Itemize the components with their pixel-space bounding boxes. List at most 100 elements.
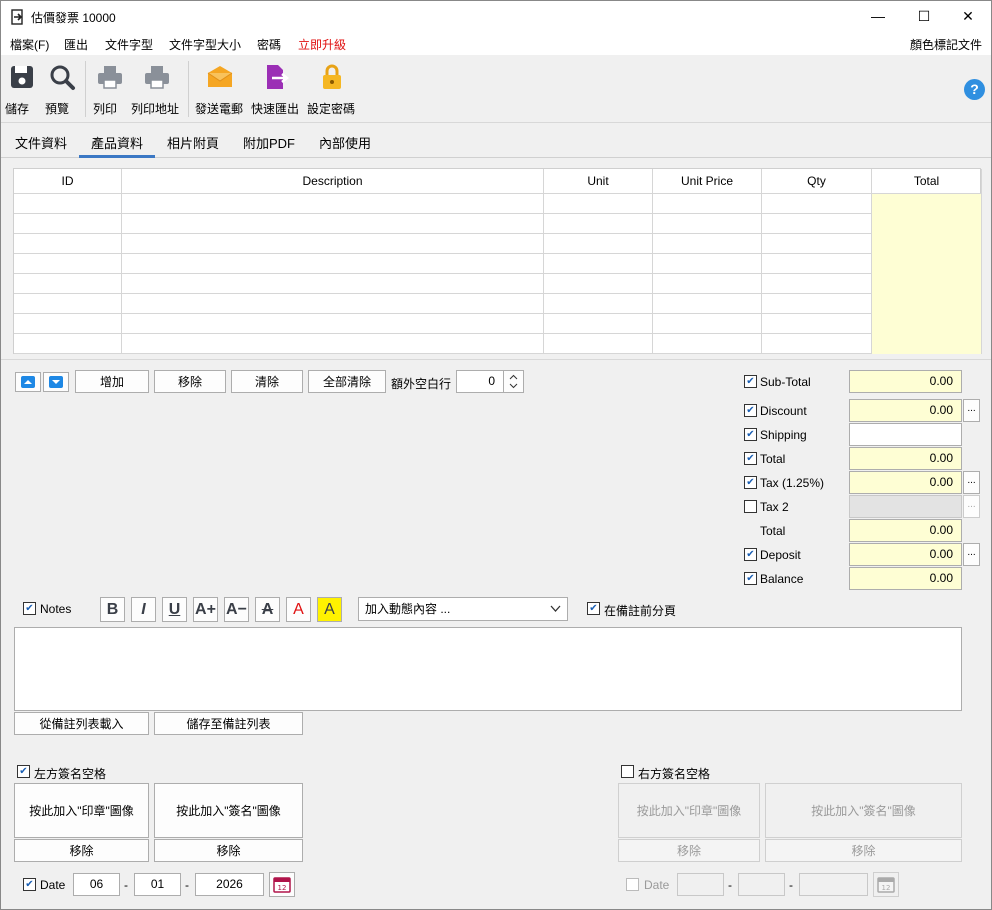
table-cell[interactable] (762, 294, 872, 314)
column-header-description[interactable]: Description (122, 169, 544, 194)
table-cell[interactable] (872, 294, 982, 314)
right-date-day[interactable] (677, 873, 724, 896)
table-cell[interactable] (122, 234, 544, 254)
table-cell[interactable] (544, 254, 653, 274)
highlight-button[interactable]: A (317, 597, 342, 622)
left-date-year[interactable]: 2026 (195, 873, 264, 896)
page-break-checkbox[interactable]: ✔ (587, 602, 600, 615)
menu-color-tag[interactable]: 顏色標記文件 (910, 36, 982, 53)
table-cell[interactable] (762, 274, 872, 294)
tax2-options-button[interactable]: ... (963, 495, 980, 518)
table-cell[interactable] (872, 214, 982, 234)
shipping-checkbox[interactable]: ✔ (744, 428, 757, 441)
table-cell[interactable] (14, 274, 122, 294)
table-cell[interactable] (14, 194, 122, 214)
help-icon[interactable]: ? (964, 79, 985, 100)
send-email-button[interactable]: 發送電郵 (195, 61, 245, 119)
table-cell[interactable] (653, 314, 762, 334)
table-cell[interactable] (653, 294, 762, 314)
menu-font[interactable]: 文件字型 (105, 36, 153, 53)
table-cell[interactable] (653, 194, 762, 214)
table-cell[interactable] (762, 254, 872, 274)
minimize-button[interactable]: — (855, 1, 901, 31)
tax-checkbox[interactable]: ✔ (744, 476, 757, 489)
table-cell[interactable] (653, 214, 762, 234)
save-button[interactable]: 儲存 (5, 61, 39, 119)
right-date-calendar-button[interactable]: 12 (873, 872, 899, 897)
table-cell[interactable] (762, 334, 872, 354)
tab-photo-attachment[interactable]: 相片附頁 (167, 133, 219, 152)
table-cell[interactable] (122, 214, 544, 234)
menu-font-size[interactable]: 文件字型大小 (169, 36, 241, 53)
table-cell[interactable] (122, 194, 544, 214)
column-header-unit-price[interactable]: Unit Price (653, 169, 762, 194)
bold-button[interactable]: B (100, 597, 125, 622)
right-signature-image-button[interactable]: 按此加入"簽名"圖像 (765, 783, 962, 838)
discount-value[interactable]: 0.00 (849, 399, 962, 422)
table-row[interactable] (14, 334, 982, 354)
table-cell[interactable] (762, 214, 872, 234)
deposit-checkbox[interactable]: ✔ (744, 548, 757, 561)
extra-rows-input[interactable]: 0 (456, 370, 504, 393)
subtotal-checkbox[interactable]: ✔ (744, 375, 757, 388)
table-cell[interactable] (14, 254, 122, 274)
quick-export-button[interactable]: 快速匯出 (251, 61, 301, 119)
close-button[interactable]: ✕ (945, 1, 991, 31)
right-date-month[interactable] (738, 873, 785, 896)
deposit-value[interactable]: 0.00 (849, 543, 962, 566)
total-checkbox[interactable]: ✔ (744, 452, 757, 465)
product-grid[interactable]: ID Description Unit Unit Price Qty Total (13, 168, 982, 354)
column-header-total[interactable]: Total (872, 169, 982, 194)
balance-checkbox[interactable]: ✔ (744, 572, 757, 585)
table-cell[interactable] (14, 314, 122, 334)
right-stamp-remove-button[interactable]: 移除 (618, 839, 760, 862)
move-up-button[interactable] (15, 372, 41, 392)
strikethrough-button[interactable]: A (255, 597, 280, 622)
column-header-unit[interactable]: Unit (544, 169, 653, 194)
maximize-button[interactable]: ☐ (901, 1, 947, 31)
right-date-checkbox[interactable] (626, 878, 639, 891)
column-header-qty[interactable]: Qty (762, 169, 872, 194)
tab-internal-use[interactable]: 內部使用 (319, 133, 371, 152)
menu-export[interactable]: 匯出 (64, 36, 88, 53)
left-signature-remove-button[interactable]: 移除 (154, 839, 303, 862)
table-row[interactable] (14, 234, 982, 254)
clear-all-button[interactable]: 全部清除 (308, 370, 386, 393)
left-signature-image-button[interactable]: 按此加入"簽名"圖像 (154, 783, 303, 838)
menu-file[interactable]: 檔案(F) (10, 36, 49, 53)
tab-attach-pdf[interactable]: 附加PDF (243, 133, 295, 152)
right-date-year[interactable] (799, 873, 868, 896)
table-cell[interactable] (122, 334, 544, 354)
table-cell[interactable] (762, 314, 872, 334)
table-cell[interactable] (653, 254, 762, 274)
left-stamp-remove-button[interactable]: 移除 (14, 839, 149, 862)
table-cell[interactable] (544, 234, 653, 254)
discount-checkbox[interactable]: ✔ (744, 404, 757, 417)
table-cell[interactable] (872, 254, 982, 274)
column-header-id[interactable]: ID (14, 169, 122, 194)
left-date-month[interactable]: 01 (134, 873, 181, 896)
table-cell[interactable] (762, 194, 872, 214)
left-signature-checkbox[interactable]: ✔ (17, 765, 30, 778)
add-row-button[interactable]: 增加 (75, 370, 149, 393)
left-date-day[interactable]: 06 (73, 873, 120, 896)
print-button[interactable]: 列印 (93, 61, 127, 119)
tax-options-button[interactable]: ... (963, 471, 980, 494)
font-increase-button[interactable]: A+ (193, 597, 218, 622)
tab-document-info[interactable]: 文件資料 (15, 133, 67, 152)
set-password-button[interactable]: 設定密碼 (307, 61, 357, 119)
table-cell[interactable] (544, 334, 653, 354)
table-cell[interactable] (14, 214, 122, 234)
tab-product-info[interactable]: 產品資料 (91, 133, 143, 152)
save-notes-button[interactable]: 儲存至備註列表 (154, 712, 303, 735)
right-signature-checkbox[interactable] (621, 765, 634, 778)
deposit-options-button[interactable]: ... (963, 543, 980, 566)
table-row[interactable] (14, 274, 982, 294)
table-cell[interactable] (544, 314, 653, 334)
preview-button[interactable]: 預覽 (45, 61, 79, 119)
table-cell[interactable] (653, 234, 762, 254)
menu-password[interactable]: 密碼 (257, 36, 281, 53)
grid-scrollbar[interactable] (982, 168, 991, 354)
table-cell[interactable] (544, 294, 653, 314)
shipping-value[interactable] (849, 423, 962, 446)
